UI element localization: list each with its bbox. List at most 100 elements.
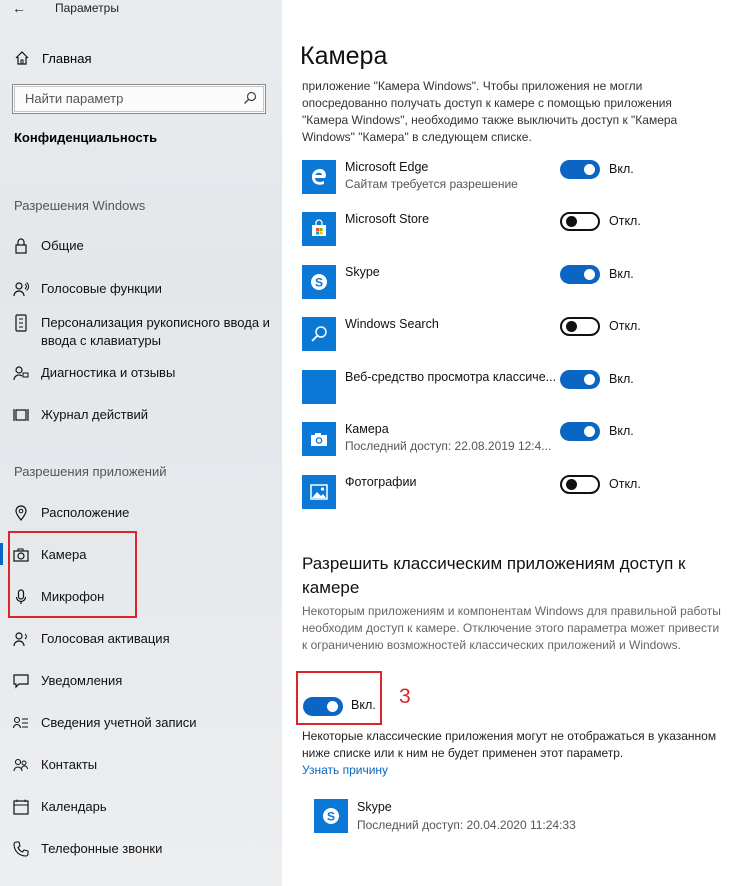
photos-icon — [302, 475, 336, 509]
toggle-state-label: Вкл. — [609, 372, 634, 386]
app-name: Камера — [345, 422, 389, 436]
sidebar-item-label: Телефонные звонки — [41, 841, 163, 856]
app-row-edge: Microsoft Edge Сайтам требуется разрешен… — [302, 160, 742, 196]
app-row-skype: S Skype Вкл. — [302, 265, 742, 301]
selection-indicator — [0, 543, 3, 565]
app-subtitle: Сайтам требуется разрешение — [345, 177, 518, 191]
toggle-state-label: Откл. — [609, 477, 641, 491]
toggle-store[interactable] — [560, 212, 600, 231]
app-name: Фотографии — [345, 475, 417, 489]
sidebar-item-diagnostics[interactable]: Диагностика и отзывы — [12, 364, 272, 382]
sidebar-item-voice-activation[interactable]: Голосовая активация — [12, 630, 272, 648]
back-arrow-icon[interactable]: ← — [12, 0, 26, 16]
sidebar-item-label: Общие — [41, 238, 84, 253]
skype-icon: S — [302, 265, 336, 299]
lock-icon — [12, 237, 30, 255]
sidebar-item-phone-calls[interactable]: Телефонные звонки — [12, 840, 272, 858]
toggle-edge[interactable] — [560, 160, 600, 179]
sidebar-item-label: Персонализация рукописного ввода и ввода… — [41, 315, 270, 348]
notifications-icon — [12, 672, 30, 690]
toggle-state-label: Вкл. — [609, 267, 634, 281]
edge-icon — [302, 160, 336, 194]
app-row-store: Microsoft Store Откл. — [302, 212, 742, 248]
sidebar-item-general[interactable]: Общие — [12, 237, 272, 255]
annotation-number: 3 — [399, 685, 411, 708]
skype-icon: S — [314, 799, 348, 833]
search-app-icon — [302, 317, 336, 351]
location-icon — [12, 504, 30, 522]
sidebar-item-contacts[interactable]: Контакты — [12, 756, 272, 774]
toggle-state-label: Откл. — [609, 319, 641, 333]
toggle-state-label: Откл. — [609, 214, 641, 228]
account-icon — [12, 714, 30, 732]
app-row-camera: Камера Последний доступ: 22.08.2019 12:4… — [302, 422, 742, 458]
group-heading-apps: Разрешения приложений — [14, 464, 167, 479]
svg-text:S: S — [327, 810, 335, 824]
learn-more-link[interactable]: Узнать причину — [302, 763, 388, 777]
classic-apps-note: Некоторые классические приложения могут … — [302, 729, 717, 760]
calendar-icon — [12, 798, 30, 816]
feedback-icon — [12, 364, 30, 382]
voice-icon — [12, 280, 30, 298]
classic-app-skype: S Skype Последний доступ: 20.04.2020 11:… — [314, 799, 644, 835]
toggle-classic-apps[interactable] — [303, 697, 343, 716]
section-title: Конфиденциальность — [14, 130, 158, 145]
search-input[interactable]: Найти параметр — [12, 84, 266, 114]
home-icon — [15, 51, 29, 65]
camera-app-icon — [302, 422, 336, 456]
sidebar-item-activity-history[interactable]: Журнал действий — [12, 406, 272, 424]
sidebar-item-label: Журнал действий — [41, 407, 149, 422]
annotation-highlight-sidebar — [8, 531, 137, 618]
app-row-photos: Фотографии Откл. — [302, 475, 742, 511]
toggle-web-viewer[interactable] — [560, 370, 600, 389]
web-viewer-icon — [302, 370, 336, 404]
sidebar-item-location[interactable]: Расположение — [12, 504, 272, 522]
sidebar-item-notifications[interactable]: Уведомления — [12, 672, 272, 690]
sidebar-item-account-info[interactable]: Сведения учетной записи — [12, 714, 272, 732]
sidebar-item-calendar[interactable]: Календарь — [12, 798, 272, 816]
app-name: Skype — [345, 265, 380, 279]
sidebar-item-voice[interactable]: Голосовые функции — [12, 280, 272, 298]
page-title: Камера — [300, 42, 388, 70]
classic-apps-heading: Разрешить классическим приложениям досту… — [302, 554, 686, 597]
sidebar: ← Параметры Главная Найти параметр Конфи… — [0, 0, 282, 886]
search-placeholder: Найти параметр — [25, 91, 124, 106]
app-name: Microsoft Edge — [345, 160, 429, 174]
sidebar-item-label: Календарь — [41, 799, 107, 814]
sidebar-item-label: Расположение — [41, 505, 130, 520]
app-row-windows-search: Windows Search Откл. — [302, 317, 742, 353]
app-name: Веб-средство просмотра классиче... — [345, 370, 555, 384]
sidebar-item-label: Голосовые функции — [41, 281, 162, 296]
app-name: Windows Search — [345, 317, 439, 331]
search-icon — [244, 91, 257, 104]
toggle-windows-search[interactable] — [560, 317, 600, 336]
toggle-state-label: Вкл. — [609, 424, 634, 438]
app-subtitle: Последний доступ: 22.08.2019 12:4... — [345, 439, 552, 453]
voice-activation-icon — [12, 630, 30, 648]
sidebar-item-handwriting[interactable]: Персонализация рукописного ввода и ввода… — [12, 314, 272, 350]
toggle-camera[interactable] — [560, 422, 600, 441]
sidebar-item-label: Диагностика и отзывы — [41, 365, 176, 380]
svg-text:S: S — [315, 276, 323, 290]
contacts-icon — [12, 756, 30, 774]
classic-apps-description: Некоторым приложениям и компонентам Wind… — [302, 604, 721, 652]
app-subtitle: Последний доступ: 20.04.2020 11:24:33 — [357, 818, 576, 832]
title-bar: ← Параметры — [0, 0, 282, 20]
store-icon — [302, 212, 336, 246]
main-panel: Камера приложение "Камера Windows". Чтоб… — [282, 0, 750, 886]
history-icon — [12, 406, 30, 424]
sidebar-item-label: Контакты — [41, 757, 98, 772]
handwriting-icon — [12, 314, 30, 332]
home-link[interactable]: Главная — [14, 46, 91, 70]
app-row-web-viewer: Веб-средство просмотра классиче... Вкл. — [302, 370, 742, 406]
app-name: Microsoft Store — [345, 212, 430, 226]
toggle-skype[interactable] — [560, 265, 600, 284]
app-name: Skype — [357, 800, 392, 814]
toggle-photos[interactable] — [560, 475, 600, 494]
sidebar-item-label: Сведения учетной записи — [41, 715, 197, 730]
window-title: Параметры — [55, 1, 119, 15]
group-heading-windows: Разрешения Windows — [14, 198, 146, 213]
toggle-state-label: Вкл. — [609, 162, 634, 176]
phone-icon — [12, 840, 30, 858]
sidebar-item-label: Уведомления — [41, 673, 123, 688]
